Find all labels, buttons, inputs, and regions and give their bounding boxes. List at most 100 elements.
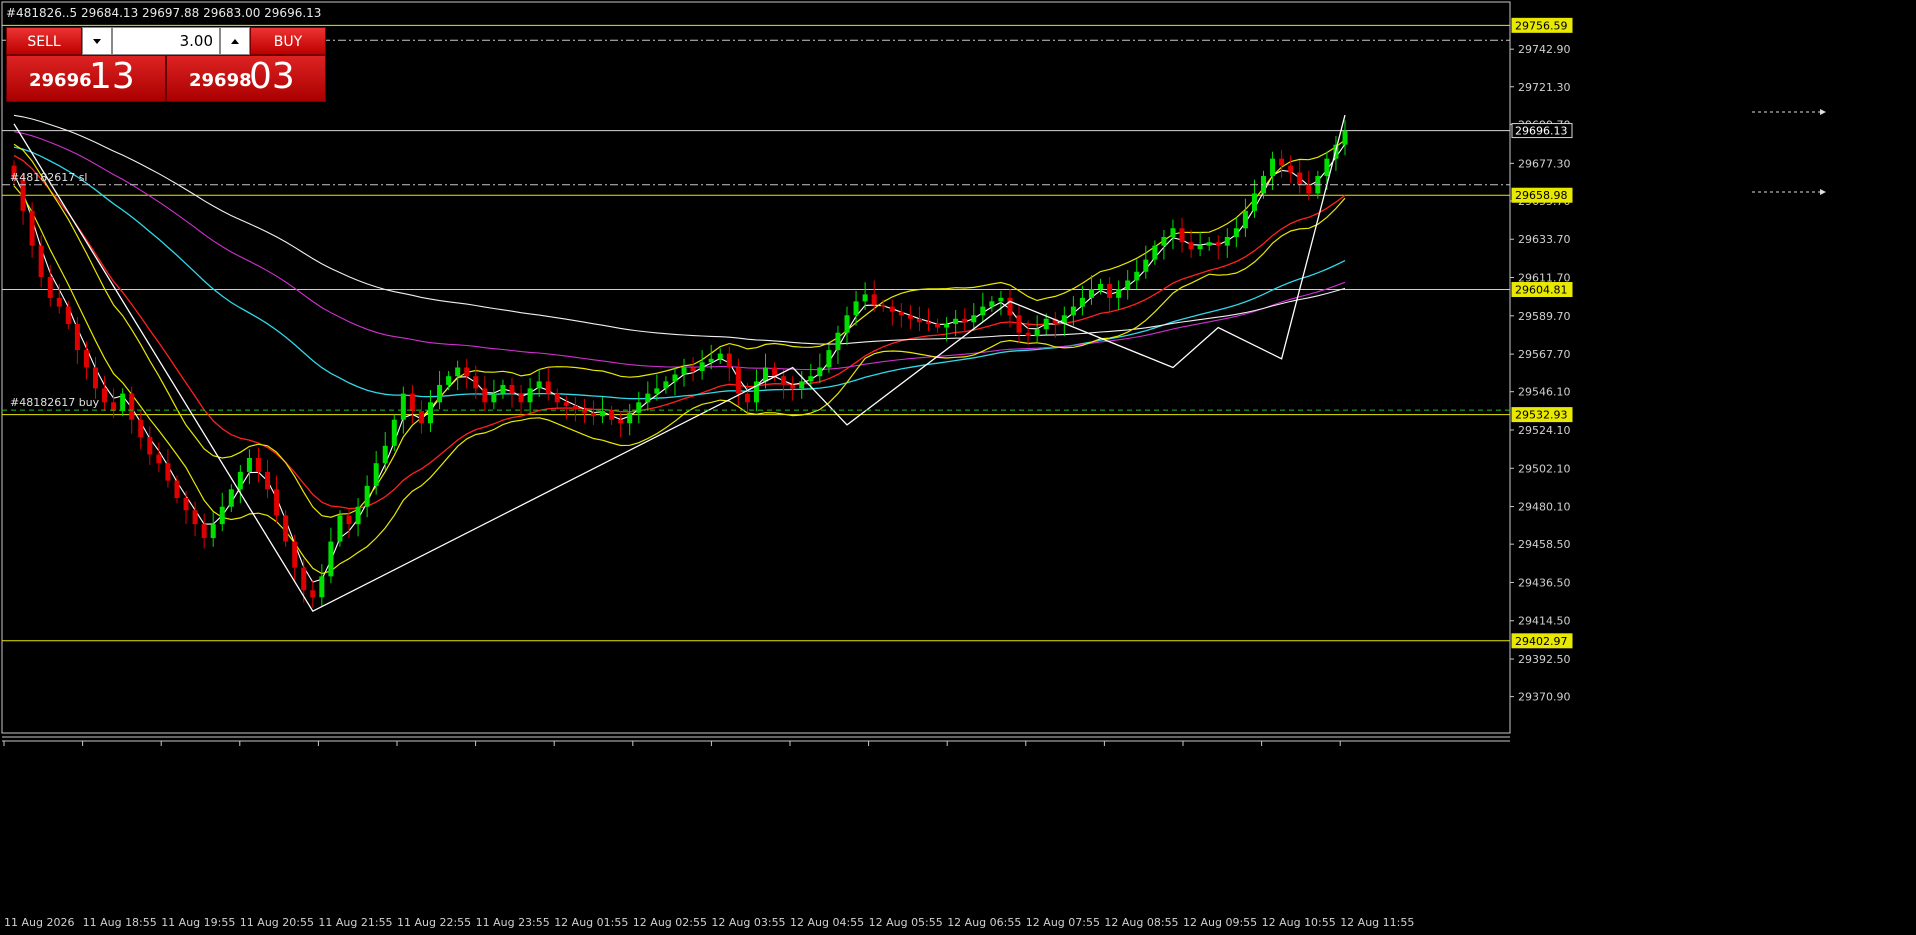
price-tick-label: 29480.10 — [1518, 501, 1571, 514]
candle-body — [609, 411, 615, 420]
candle-body — [518, 393, 524, 403]
candle-body — [1297, 172, 1303, 185]
candle-body — [147, 437, 153, 455]
candle-body — [1007, 297, 1013, 316]
time-tick-label: 12 Aug 11:55 — [1340, 916, 1414, 929]
candle-body — [83, 350, 89, 368]
price-tick-label: 29589.70 — [1518, 310, 1571, 323]
candle-body — [1206, 242, 1212, 246]
candle-body — [74, 323, 80, 351]
candle-body — [600, 411, 606, 417]
candle-body — [292, 541, 298, 568]
price-tick-label: 29458.50 — [1518, 538, 1571, 551]
candle-body — [618, 419, 624, 424]
candle-body — [409, 393, 415, 412]
volume-decrease-button[interactable] — [82, 27, 112, 55]
price-tag-label: 29756.59 — [1515, 19, 1568, 32]
candle-body — [962, 318, 968, 323]
candle-body — [92, 367, 98, 389]
price-tick-label: 29546.10 — [1518, 386, 1571, 399]
candle-body — [283, 515, 289, 542]
price-tick-label: 29414.50 — [1518, 615, 1571, 628]
candle-body — [880, 304, 886, 307]
candle-body — [645, 393, 651, 403]
candle-body — [165, 463, 171, 481]
candle-body — [844, 315, 850, 333]
candle-body — [237, 471, 243, 490]
price-tag-label: 29696.13 — [1515, 125, 1568, 138]
horizontal-levels — [2, 24, 1510, 642]
candle-body — [744, 393, 750, 403]
candle-body — [509, 384, 515, 394]
candle-body — [1188, 242, 1194, 250]
time-tick-label: 12 Aug 09:55 — [1183, 916, 1257, 929]
candle-body — [56, 297, 62, 307]
candle-body — [862, 294, 868, 302]
candle-body — [916, 318, 922, 323]
candle-body — [355, 506, 361, 525]
candle-body — [989, 301, 995, 307]
candle-body — [255, 458, 261, 472]
order-lines[interactable]: #48182617 sl #48182617 buy — [2, 109, 1826, 411]
price-chart[interactable]: 29742.9029721.3029699.7029677.3029655.70… — [0, 0, 1916, 935]
buy-button[interactable]: BUY — [250, 27, 326, 55]
candle-body — [980, 306, 986, 316]
candle-body — [726, 353, 732, 368]
candle-body — [201, 524, 207, 539]
candle-body — [1306, 184, 1312, 194]
candle-body — [328, 541, 334, 577]
candle-body — [364, 485, 370, 507]
candle-body — [29, 210, 35, 246]
candle-body — [464, 367, 470, 377]
price-tick-label: 29742.90 — [1518, 43, 1571, 56]
candle-body — [690, 367, 696, 371]
candle-body — [138, 419, 144, 438]
candle-body — [925, 322, 931, 324]
candle-body — [781, 376, 787, 385]
price-tick-label: 29677.30 — [1518, 157, 1571, 170]
candle-body — [636, 402, 642, 413]
time-tick-label: 11 Aug 22:55 — [397, 916, 471, 929]
buy-price-box[interactable]: 29698 03 — [166, 55, 326, 102]
candle-body — [1034, 329, 1040, 337]
price-axis: 29742.9029721.3029699.7029677.3029655.70… — [1510, 17, 1573, 704]
candle-body — [563, 402, 569, 406]
candle-body — [953, 318, 959, 324]
plot-border — [1, 1, 1511, 734]
sell-button[interactable]: SELL — [6, 27, 82, 55]
price-tag-label: 29658.98 — [1515, 189, 1568, 202]
order-label: #48182617 buy — [10, 396, 100, 409]
candle-body — [935, 323, 941, 328]
candle-body — [708, 358, 714, 363]
time-tick-label: 12 Aug 01:55 — [554, 916, 628, 929]
time-tick-label: 11 Aug 23:55 — [476, 916, 550, 929]
candle-body — [663, 381, 669, 389]
candle-body — [1116, 289, 1122, 298]
candle-body — [210, 524, 216, 539]
arrow-down-icon — [93, 39, 101, 44]
price-tick-label: 29436.50 — [1518, 576, 1571, 589]
candle-body — [527, 388, 533, 403]
time-tick-label: 11 Aug 2026 — [4, 916, 74, 929]
candle-body — [817, 367, 823, 377]
price-tag-label: 29402.97 — [1515, 635, 1568, 648]
volume-input[interactable] — [112, 27, 220, 55]
candle-body — [971, 315, 977, 323]
candle-body — [65, 306, 71, 324]
candle-body — [382, 445, 388, 464]
order-label: #48182617 sl — [10, 171, 88, 184]
candle-body — [835, 332, 841, 351]
time-tick-label: 12 Aug 07:55 — [1026, 916, 1100, 929]
candle-body — [1070, 306, 1076, 316]
candle-body — [1016, 315, 1022, 333]
time-tick-label: 12 Aug 02:55 — [633, 916, 707, 929]
ema-white-line — [13, 114, 1346, 345]
candle-body — [1134, 271, 1140, 281]
sell-price-box[interactable]: 29696 13 — [6, 55, 166, 102]
candle-body — [102, 388, 108, 403]
price-tag-label: 29532.93 — [1515, 409, 1568, 422]
volume-increase-button[interactable] — [220, 27, 250, 55]
candle-body — [1224, 236, 1230, 246]
ohlc-header: #481826..5 29684.13 29697.88 29683.00 29… — [6, 6, 322, 20]
candle-body — [998, 297, 1004, 302]
